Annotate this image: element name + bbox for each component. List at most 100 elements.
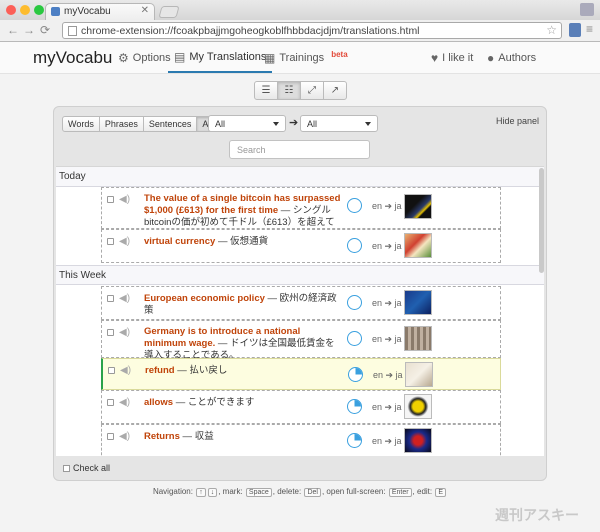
item-source-text: Returns	[144, 431, 180, 442]
bookmark-star-icon[interactable]: ☆	[546, 23, 557, 37]
list-item[interactable]: ◀) refund — 払い戻し en ➔ ja	[101, 358, 501, 390]
nav-authors[interactable]: ● Authors	[487, 42, 536, 73]
footer-mark-label: , mark:	[218, 487, 243, 496]
item-text: virtual currency — 仮想通貨	[144, 236, 344, 248]
forward-arrow-icon[interactable]: →	[23, 23, 35, 37]
new-tab-button[interactable]	[158, 6, 180, 18]
progress-ring-fill	[349, 368, 362, 381]
filter-words-button[interactable]: Words	[62, 116, 100, 132]
item-thumbnail[interactable]	[404, 428, 432, 453]
filter-phrases-button[interactable]: Phrases	[98, 116, 144, 132]
item-thumbnail[interactable]	[404, 394, 432, 419]
back-arrow-icon[interactable]: ←	[7, 23, 19, 37]
key-up: ↑	[196, 488, 206, 497]
list-icon: ☰	[261, 85, 271, 96]
list-item[interactable]: ◀) The value of a single bitcoin has sur…	[101, 187, 501, 240]
close-icon[interactable]: ✕	[141, 5, 149, 16]
nav-options[interactable]: ⚙ Options	[118, 42, 171, 73]
item-separator: —	[267, 293, 280, 304]
item-checkbox[interactable]	[108, 367, 115, 374]
footer-delete-label: , delete:	[272, 487, 302, 496]
section-header-this-week: This Week	[56, 265, 544, 285]
url-text: chrome-extension://fcoakpbajjmgoheogkobl…	[81, 25, 420, 37]
item-thumbnail[interactable]	[404, 233, 432, 258]
share-icon: ↗	[330, 85, 340, 96]
menu-icon[interactable]: ≡	[586, 22, 593, 36]
list-item[interactable]: ◀) Germany is to introduce a national mi…	[101, 320, 501, 361]
address-bar[interactable]: chrome-extension://fcoakpbajjmgoheogkobl…	[62, 22, 562, 39]
item-checkbox[interactable]	[107, 238, 114, 245]
key-e: E	[435, 488, 447, 497]
list-item[interactable]: ◀) virtual currency — 仮想通貨 en ➔ ja	[101, 229, 501, 263]
item-checkbox[interactable]	[107, 295, 114, 302]
list-item[interactable]: ◀) Returns — 収益 en ➔ ja	[101, 424, 501, 456]
speaker-icon[interactable]: ◀)	[119, 327, 130, 338]
speaker-icon[interactable]: ◀)	[119, 236, 130, 247]
list-item[interactable]: ◀) allows — ことができます en ➔ ja	[101, 390, 501, 424]
speaker-icon[interactable]: ◀)	[119, 194, 130, 205]
speaker-icon[interactable]: ◀)	[120, 365, 131, 376]
speaker-icon[interactable]: ◀)	[119, 293, 130, 304]
user-profile-icon[interactable]	[580, 3, 594, 16]
chevron-down-icon	[365, 122, 371, 126]
progress-ring	[347, 399, 362, 414]
speaker-icon[interactable]: ◀)	[119, 397, 130, 408]
chevron-down-icon	[273, 122, 279, 126]
item-checkbox[interactable]	[107, 196, 114, 203]
nav-options-label: Options	[132, 51, 171, 64]
nav-i-like-it[interactable]: ♥ I like it	[431, 42, 473, 73]
list-scrollbar[interactable]	[539, 168, 544, 273]
item-checkbox[interactable]	[107, 329, 114, 336]
reload-icon[interactable]: ⟳	[40, 23, 50, 37]
translation-list: Today ◀) The value of a single bitcoin h…	[56, 166, 544, 456]
speaker-icon[interactable]: ◀)	[119, 431, 130, 442]
key-enter: Enter	[388, 488, 412, 497]
filter-sentences-button[interactable]: Sentences	[142, 116, 198, 132]
from-language-select[interactable]: All	[208, 115, 286, 132]
item-source-text: refund	[145, 365, 175, 376]
brand-logo[interactable]: myVocabu	[33, 48, 112, 68]
detail-view-button[interactable]: ☷	[277, 81, 301, 100]
expand-icon: ⤢	[308, 85, 316, 96]
item-text: Returns — 収益	[144, 431, 344, 443]
app-header: myVocabu ⚙ Options ▤ My Translations ▦ T…	[0, 42, 600, 74]
list-view-button[interactable]: ☰	[254, 81, 278, 100]
check-all-checkbox[interactable]	[63, 464, 70, 472]
extension-icon[interactable]	[569, 23, 581, 37]
page-icon	[68, 26, 77, 36]
progress-ring-fill	[348, 434, 361, 447]
nav-my-translations[interactable]: ▤ My Translations	[168, 42, 273, 73]
item-thumbnail[interactable]	[404, 194, 432, 219]
to-language-select[interactable]: All	[300, 115, 378, 132]
zoom-window-button[interactable]	[34, 5, 44, 15]
tab-title: myVocabu	[64, 6, 111, 17]
item-separator: —	[177, 365, 190, 376]
nav-i-like-it-label: I like it	[442, 51, 474, 64]
item-thumbnail[interactable]	[404, 326, 432, 351]
nav-trainings[interactable]: ▦ Trainings beta	[264, 42, 348, 73]
to-language-value: All	[307, 119, 318, 129]
export-button[interactable]: ↗	[323, 81, 347, 100]
progress-ring-fill	[348, 199, 361, 212]
search-input[interactable]	[229, 140, 370, 159]
language-pair: en ➔ ja	[372, 241, 402, 251]
item-translation-text: 払い戻し	[189, 365, 228, 376]
item-source-text: allows	[144, 397, 174, 408]
item-checkbox[interactable]	[107, 433, 114, 440]
language-pair: en ➔ ja	[373, 370, 403, 380]
item-thumbnail[interactable]	[404, 290, 432, 315]
item-source-text: European economic policy	[144, 293, 265, 304]
browser-tab[interactable]: myVocabu ✕	[45, 3, 155, 20]
fullscreen-button[interactable]: ⤢	[300, 81, 324, 100]
nav-trainings-label: Trainings	[279, 51, 325, 64]
check-all[interactable]: Check all	[63, 463, 110, 473]
item-checkbox[interactable]	[107, 399, 114, 406]
progress-ring	[348, 367, 363, 382]
minimize-window-button[interactable]	[20, 5, 30, 15]
close-window-button[interactable]	[6, 5, 16, 15]
list-item[interactable]: ◀) European economic policy — 欧州の経済政策 en…	[101, 286, 501, 320]
item-thumbnail[interactable]	[405, 362, 433, 387]
progress-ring	[347, 238, 362, 253]
heart-icon: ♥	[431, 50, 439, 65]
hide-panel-link[interactable]: Hide panel	[496, 116, 539, 126]
